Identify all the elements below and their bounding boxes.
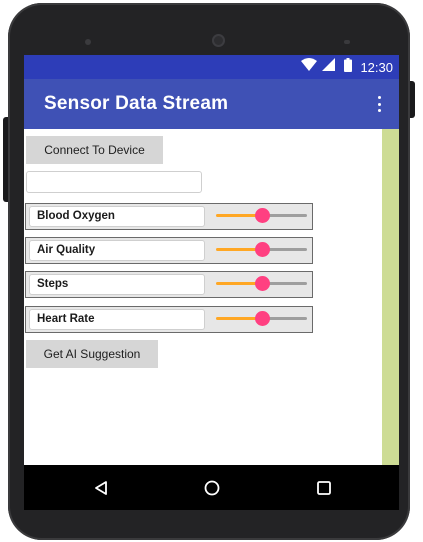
text-input-field[interactable] bbox=[26, 171, 202, 193]
sensor-row-air-quality: Air Quality bbox=[25, 237, 313, 264]
main-content: Connect To Device Blood Oxygen Air Quali… bbox=[24, 129, 382, 465]
slider-thumb[interactable] bbox=[255, 242, 270, 257]
sensor-row-steps: Steps bbox=[25, 271, 313, 298]
wifi-icon bbox=[301, 58, 318, 76]
sensor-label[interactable]: Blood Oxygen bbox=[29, 206, 205, 227]
earpiece-dot bbox=[85, 39, 91, 45]
recents-icon[interactable] bbox=[311, 475, 337, 501]
slider-thumb[interactable] bbox=[255, 276, 270, 291]
sensor-label[interactable]: Steps bbox=[29, 274, 205, 295]
slider-thumb[interactable] bbox=[255, 311, 270, 326]
overflow-menu-icon[interactable] bbox=[373, 96, 385, 112]
front-camera-icon bbox=[212, 34, 225, 47]
sensor-slider[interactable] bbox=[216, 241, 307, 257]
get-ai-suggestion-button[interactable]: Get AI Suggestion bbox=[26, 340, 158, 368]
sensor-slider[interactable] bbox=[216, 207, 307, 223]
device-frame-canvas: 12:30 Sensor Data Stream Connect To Devi… bbox=[0, 0, 423, 542]
app-bar: Sensor Data Stream bbox=[24, 79, 399, 129]
sensor-slider[interactable] bbox=[216, 310, 307, 326]
status-bar: 12:30 bbox=[24, 55, 399, 79]
device-screen: 12:30 Sensor Data Stream Connect To Devi… bbox=[24, 55, 399, 465]
navigation-bar bbox=[24, 465, 399, 510]
sensor-label[interactable]: Air Quality bbox=[29, 240, 205, 261]
connect-device-button[interactable]: Connect To Device bbox=[26, 136, 163, 164]
back-icon[interactable] bbox=[88, 475, 114, 501]
sensor-slider[interactable] bbox=[216, 275, 307, 291]
status-time: 12:30 bbox=[360, 59, 393, 75]
home-icon[interactable] bbox=[199, 475, 225, 501]
slider-thumb[interactable] bbox=[255, 208, 270, 223]
sensor-label[interactable]: Heart Rate bbox=[29, 309, 205, 330]
signal-icon bbox=[322, 58, 336, 76]
sensor-row-blood-oxygen: Blood Oxygen bbox=[25, 203, 313, 230]
scrollbar[interactable] bbox=[382, 129, 399, 465]
proximity-sensor bbox=[344, 40, 350, 44]
sensor-row-heart-rate: Heart Rate bbox=[25, 306, 313, 333]
app-title: Sensor Data Stream bbox=[44, 93, 229, 114]
battery-icon bbox=[344, 57, 353, 77]
status-icons: 12:30 bbox=[301, 57, 393, 77]
